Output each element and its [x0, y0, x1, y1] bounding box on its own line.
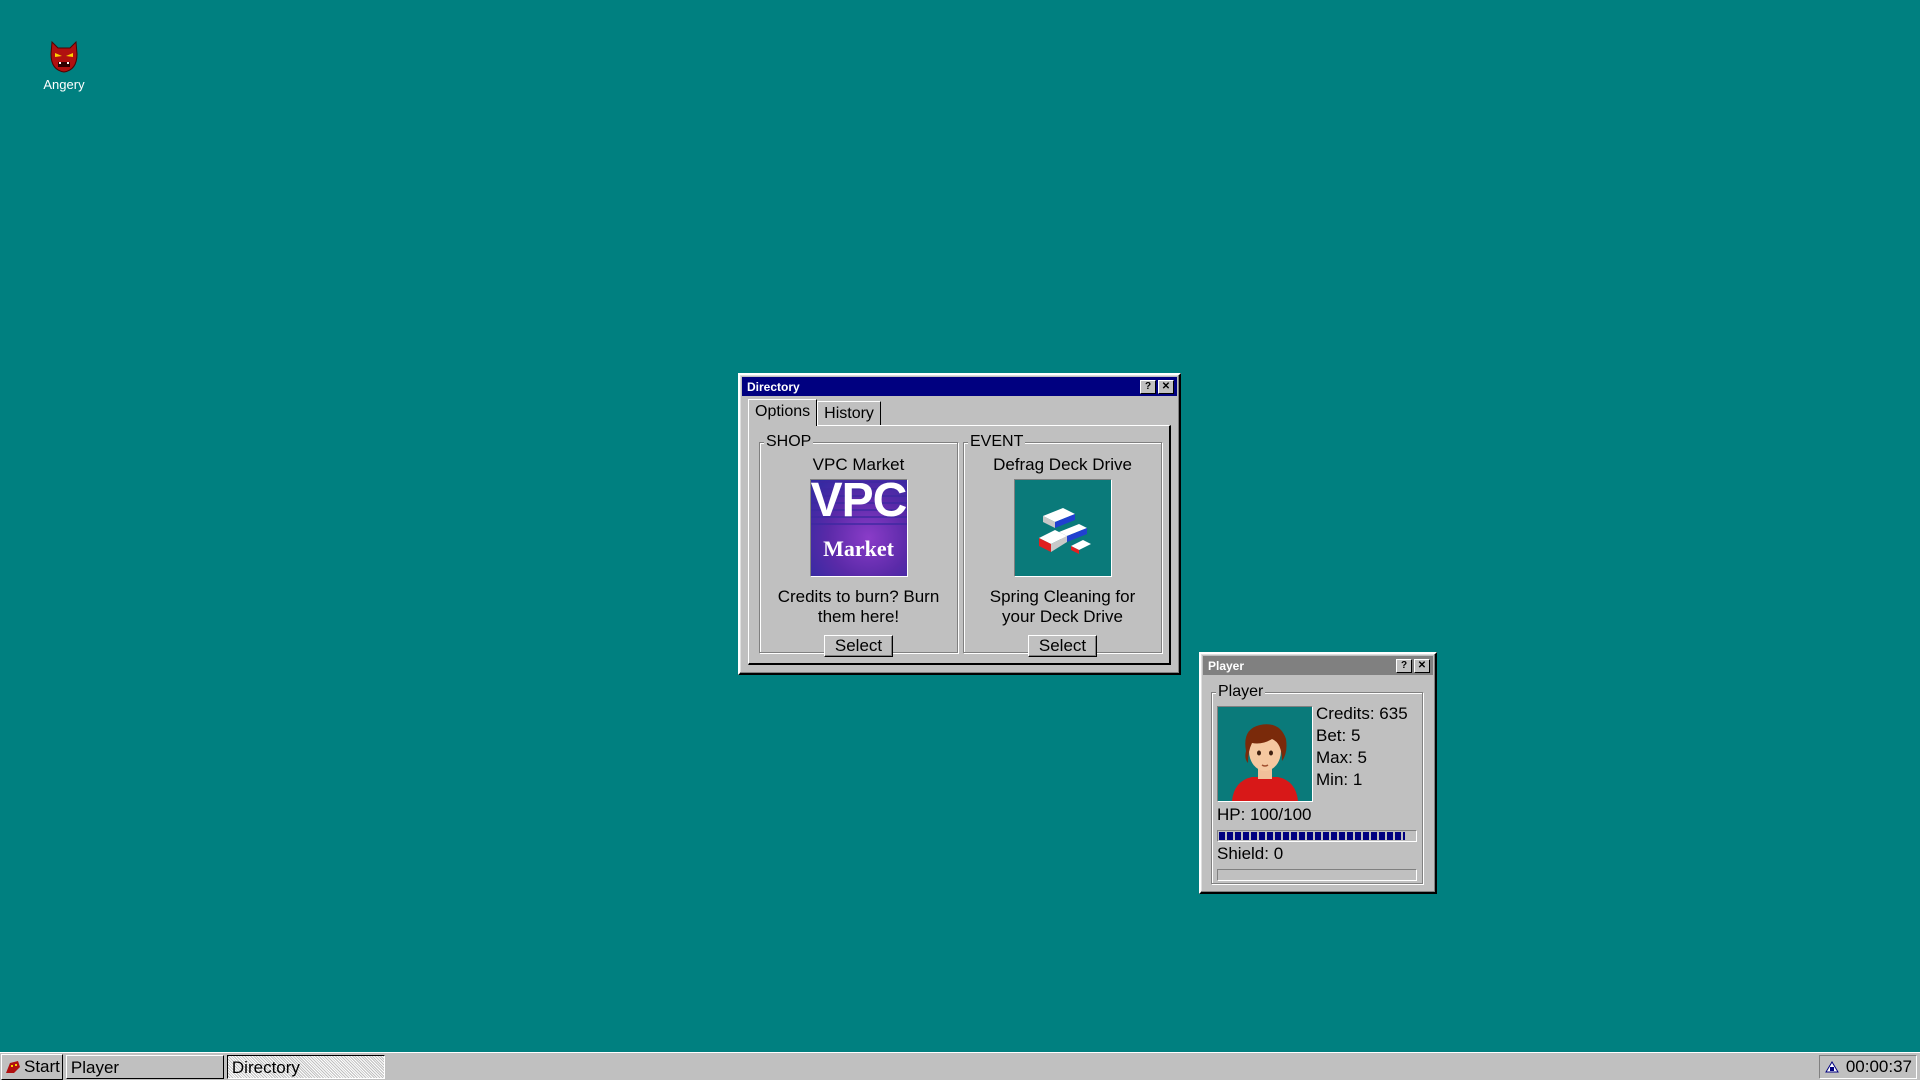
bet-value: Bet: 5 [1316, 726, 1361, 745]
event-description: Spring Cleaning for your Deck Drive [989, 587, 1136, 626]
drive-blocks-icon [1038, 508, 1091, 554]
player-group: Player Credits: 635 Bet: 5 Max: 5 Min: 1 [1211, 684, 1423, 884]
tab-strip: Options History [748, 399, 1177, 427]
logo-bottom-text: Market [823, 536, 894, 561]
clock[interactable]: 00:00:37 [1846, 1057, 1912, 1077]
event-title: Defrag Deck Drive [993, 455, 1132, 474]
shop-title: VPC Market [812, 455, 905, 474]
player-avatar [1217, 706, 1313, 802]
max-value: Max: 5 [1316, 748, 1368, 767]
shield-bar [1217, 869, 1417, 881]
hp-label: HP: 100/100 [1217, 805, 1312, 824]
avatar-portrait-icon [1232, 724, 1298, 801]
tab-options[interactable]: Options [748, 399, 818, 426]
event-select-button[interactable]: Select [1027, 635, 1098, 657]
directory-titlebar[interactable]: Directory ? ✕ [742, 377, 1177, 396]
close-button[interactable]: ✕ [1158, 379, 1174, 394]
player-titlebar[interactable]: Player ? ✕ [1203, 656, 1433, 675]
angry-face-icon [50, 40, 78, 73]
logo-top-text: VPC [810, 480, 907, 526]
hp-bar-fill [1219, 832, 1406, 840]
taskbar-item-player[interactable]: Player [65, 1054, 224, 1079]
directory-window: Directory ? ✕ Options History SHOP VPC M… [738, 373, 1181, 675]
tab-history[interactable]: History [817, 401, 881, 426]
window-title: Directory [747, 379, 800, 394]
close-button[interactable]: ✕ [1414, 658, 1430, 673]
desktop-icon-angery[interactable]: Angery [34, 38, 94, 92]
min-value: Min: 1 [1316, 770, 1363, 789]
system-tray: 00:00:37 [1818, 1054, 1917, 1079]
start-logo-icon [6, 1060, 20, 1073]
vpc-market-logo: VPC Market [809, 479, 908, 577]
shield-label: Shield: 0 [1217, 844, 1284, 863]
defrag-drive-image [1013, 479, 1112, 577]
credits-value: Credits: 635 [1316, 704, 1408, 723]
desktop: Angery Directory ? ✕ Options History SHO… [0, 0, 1920, 1080]
desktop-icon-label: Angery [43, 77, 85, 92]
player-stats: Credits: 635 Bet: 5 Max: 5 Min: 1 [1316, 703, 1408, 791]
start-button[interactable]: Start [1, 1053, 63, 1080]
taskbar: Start Player Directory 00:00:37 [0, 1052, 1920, 1080]
event-group-label: EVENT [968, 433, 1026, 450]
shop-group: SHOP VPC Market VPC Market Credits to bu… [759, 434, 958, 657]
start-label: Start [24, 1056, 60, 1076]
shop-select-button[interactable]: Select [823, 635, 894, 657]
taskbar-item-directory[interactable]: Directory [226, 1054, 385, 1079]
hp-bar [1217, 830, 1417, 842]
player-window: Player ? ✕ Player Credits: 635 Bet: 5 Ma… [1199, 652, 1437, 894]
shop-group-label: SHOP [764, 433, 814, 450]
shop-description: Credits to burn? Burn them here! [777, 587, 940, 626]
network-icon[interactable] [1824, 1060, 1840, 1074]
player-group-label: Player [1216, 683, 1266, 700]
help-button[interactable]: ? [1396, 658, 1412, 673]
window-title: Player [1208, 658, 1245, 673]
event-group: EVENT Defrag Deck Drive Spring Cleaning … [963, 434, 1162, 657]
help-button[interactable]: ? [1140, 379, 1156, 394]
options-panel: SHOP VPC Market VPC Market Credits to bu… [748, 425, 1171, 665]
